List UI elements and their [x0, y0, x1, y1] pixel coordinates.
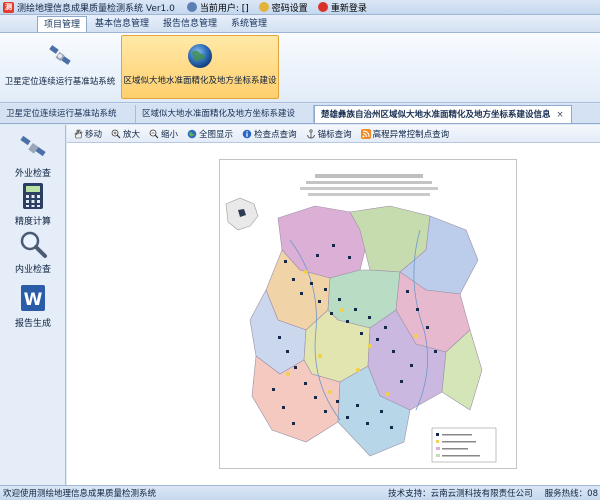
- password-settings-button[interactable]: 密码设置: [258, 1, 308, 14]
- relogin-button[interactable]: 重新登录: [317, 1, 367, 14]
- calculator-icon: [23, 183, 43, 209]
- password-settings-label: 密码设置: [271, 3, 308, 14]
- hand-icon: [74, 129, 83, 138]
- map-legend: [431, 427, 497, 463]
- anchor-query-tool[interactable]: 锚标查询: [306, 128, 352, 140]
- satellite-icon: [49, 45, 71, 65]
- relogin-label: 重新登录: [330, 3, 367, 14]
- app-icon: 测: [3, 1, 14, 13]
- map-toolbar: 移动 放大 缩小 全图显示 检查点查询 锚标查询 高程异常控制点查询: [67, 125, 600, 143]
- left-panel: 外业检查 精度计算 内业检查 W 报告生成: [0, 125, 66, 485]
- doc-tab-cors[interactable]: 卫星定位连续运行基准站系统: [0, 105, 136, 123]
- current-user-label: 当前用户: []: [199, 3, 249, 14]
- zoom-out-tool[interactable]: 缩小: [149, 128, 178, 140]
- office-inspection-button[interactable]: 内业检查: [0, 229, 66, 275]
- office-inspection-label: 内业检查: [14, 265, 51, 275]
- zoom-in-tool[interactable]: 放大: [111, 128, 140, 140]
- field-inspection-button[interactable]: 外业检查: [0, 133, 66, 179]
- geoid-refinement-button[interactable]: 区域似大地水准面精化及地方坐标系建设: [121, 35, 279, 99]
- height-anomaly-query-label: 高程异常控制点查询: [372, 129, 450, 140]
- precision-calc-button[interactable]: 精度计算: [0, 181, 66, 227]
- cors-system-button[interactable]: 卫星定位连续运行基准站系统: [4, 35, 116, 99]
- full-extent-label: 全图显示: [199, 129, 234, 140]
- zoom-out-label: 缩小: [161, 129, 179, 140]
- close-icon[interactable]: ×: [557, 106, 564, 124]
- document-tabs: 卫星定位连续运行基准站系统 区域似大地水准面精化及地方坐标系建设 楚雄彝族自治州…: [0, 104, 600, 124]
- current-user: 当前用户: []: [186, 1, 249, 14]
- magnifier-icon: [20, 231, 47, 258]
- checkpoint-query-tool[interactable]: 检查点查询: [242, 128, 297, 140]
- tab-project-management[interactable]: 项目管理: [37, 16, 88, 32]
- geoid-refinement-label: 区域似大地水准面精化及地方坐标系建设: [123, 76, 277, 86]
- svg-text:W: W: [24, 290, 43, 310]
- doc-tab-chuxiong-label: 楚雄彝族自治州区域似大地水准面精化及地方坐标系建设信息: [321, 109, 551, 120]
- cors-system-label: 卫星定位连续运行基准站系统: [4, 77, 116, 87]
- precision-calc-label: 精度计算: [14, 217, 51, 227]
- tab-report-info-management[interactable]: 报告信息管理: [157, 16, 223, 32]
- lock-icon: [258, 2, 269, 12]
- report-generation-button[interactable]: W 报告生成: [0, 283, 66, 329]
- welcome-text: 欢迎使用测绘地理信息成果质量检测系统: [3, 489, 157, 499]
- map-frame[interactable]: [219, 159, 517, 469]
- doc-tab-geoid[interactable]: 区域似大地水准面精化及地方坐标系建设: [136, 105, 314, 123]
- support-text: 技术支持：云南云测科技有限责任公司: [388, 489, 533, 499]
- globe-icon: [188, 44, 212, 68]
- user-icon: [186, 2, 197, 12]
- map-title-block: [300, 174, 438, 196]
- report-generation-label: 报告生成: [14, 319, 51, 329]
- anchor-icon: [306, 128, 315, 138]
- tab-system-management[interactable]: 系统管理: [225, 16, 273, 32]
- hotline-text: 服务热线：08: [544, 489, 598, 499]
- satellite-icon: [20, 135, 46, 157]
- checkpoint-query-label: 检查点查询: [254, 129, 297, 140]
- county-regions: [249, 205, 483, 457]
- title-bar: 测 测绘地理信息成果质量检测系统 Ver1.0 当前用户: [] 密码设置 重新…: [0, 0, 600, 15]
- word-document-icon: W: [21, 285, 45, 311]
- pan-tool[interactable]: 移动: [73, 128, 102, 140]
- window-title: 测绘地理信息成果质量检测系统 Ver1.0: [17, 3, 175, 14]
- map-canvas: [225, 174, 497, 463]
- zoom-out-icon: [149, 129, 159, 138]
- field-inspection-label: 外业检查: [14, 169, 51, 179]
- zoom-in-icon: [111, 129, 121, 138]
- full-extent-tool[interactable]: 全图显示: [187, 128, 233, 140]
- rss-icon: [360, 128, 371, 139]
- doc-tab-cors-label: 卫星定位连续运行基准站系统: [6, 109, 117, 119]
- status-bar: 欢迎使用测绘地理信息成果质量检测系统 技术支持：云南云测科技有限责任公司 服务热…: [0, 485, 600, 500]
- tab-basic-info-management[interactable]: 基本信息管理: [89, 16, 155, 32]
- ribbon: 卫星定位连续运行基准站系统 区域似大地水准面精化及地方坐标系建设: [0, 33, 600, 103]
- power-icon: [317, 2, 328, 12]
- map-view[interactable]: [67, 143, 600, 485]
- info-icon: [242, 129, 252, 138]
- pan-tool-label: 移动: [85, 129, 103, 140]
- anchor-query-label: 锚标查询: [317, 129, 352, 140]
- doc-tab-geoid-label: 区域似大地水准面精化及地方坐标系建设: [142, 109, 296, 119]
- doc-tab-chuxiong[interactable]: 楚雄彝族自治州区域似大地水准面精化及地方坐标系建设信息 ×: [314, 105, 572, 123]
- menu-tabs: 项目管理 基本信息管理 报告信息管理 系统管理: [0, 15, 600, 33]
- inset-location-map: [225, 197, 259, 231]
- height-anomaly-query-tool[interactable]: 高程异常控制点查询: [360, 128, 450, 140]
- zoom-in-label: 放大: [123, 129, 141, 140]
- globe-icon: [187, 129, 197, 138]
